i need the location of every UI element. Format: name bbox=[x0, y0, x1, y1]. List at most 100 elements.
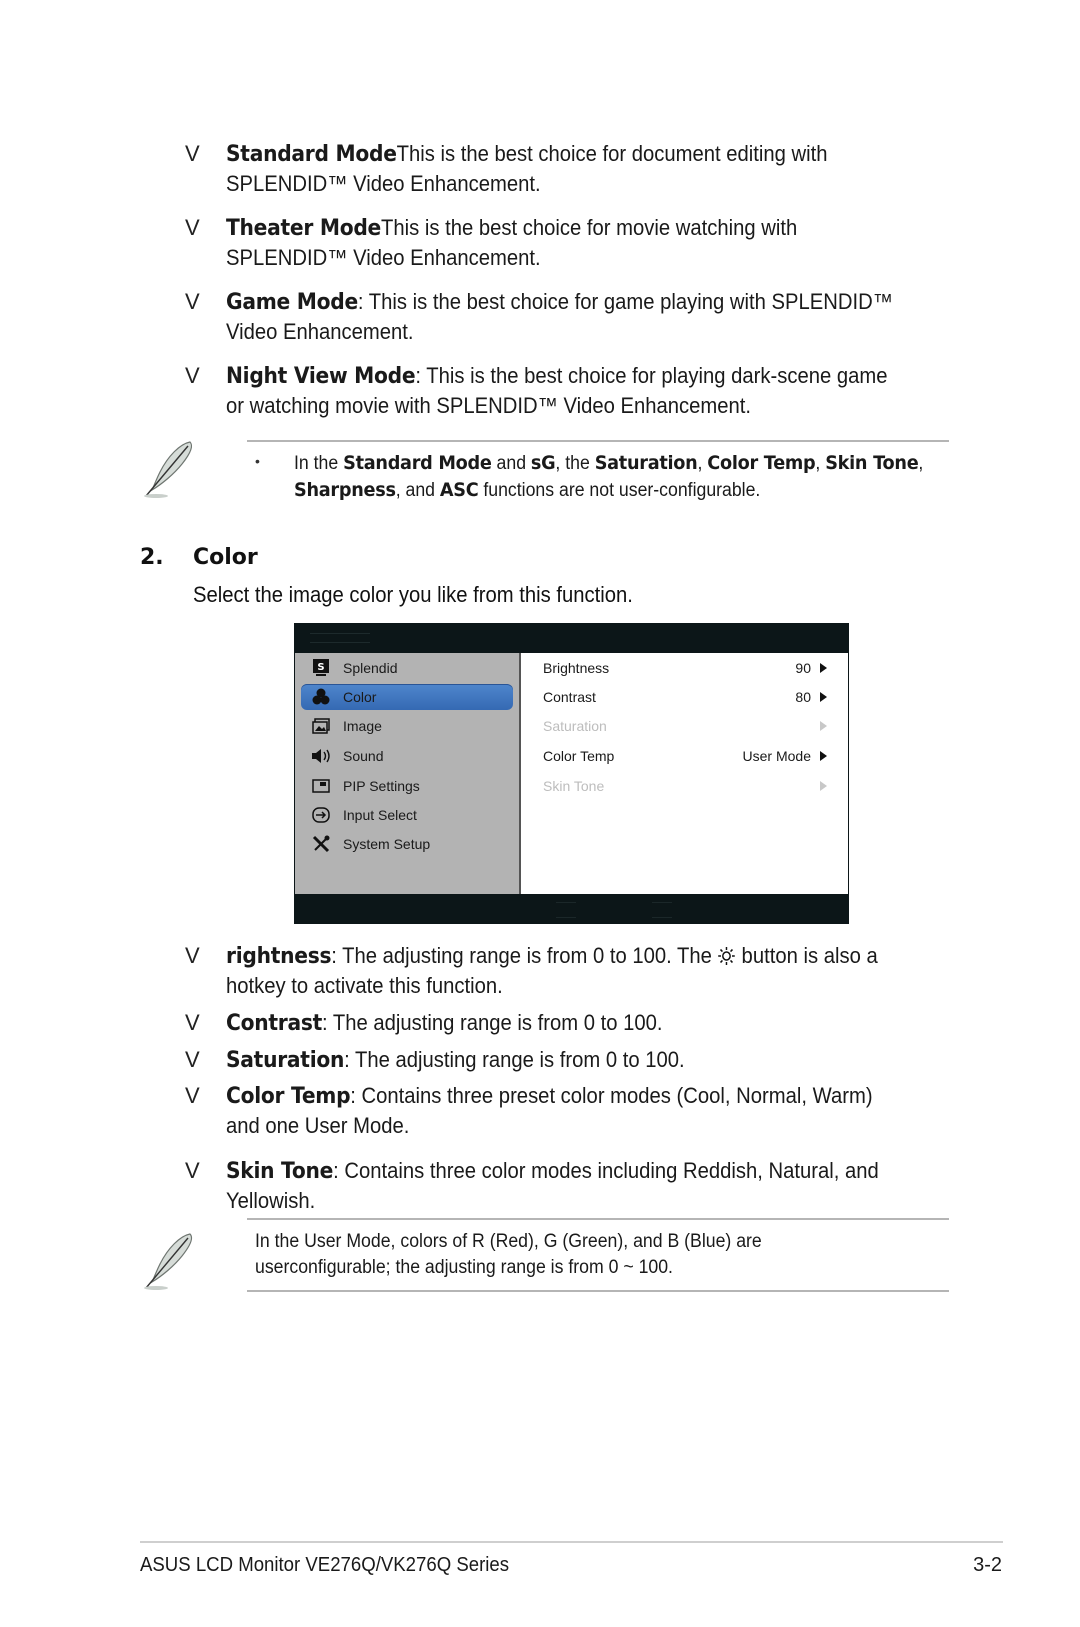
arrow-right-icon bbox=[820, 751, 827, 761]
function-skin-tone: Skin Tone: Contains three color modes in… bbox=[226, 1156, 907, 1215]
menu-item-label: Sound bbox=[343, 748, 384, 764]
note-text-part: , bbox=[815, 453, 826, 474]
note-term: Color Temp bbox=[707, 452, 816, 474]
mode-term: Night View Mode bbox=[226, 364, 416, 389]
menu-item-pip-settings[interactable]: PIP Settings bbox=[301, 773, 513, 799]
option-contrast[interactable]: Contrast 80 bbox=[521, 684, 831, 710]
option-label: Saturation bbox=[543, 718, 607, 734]
bullet-marker: V bbox=[185, 141, 200, 166]
option-label: Brightness bbox=[543, 660, 610, 676]
bullet-marker: V bbox=[185, 1083, 200, 1108]
bullet-marker: V bbox=[185, 215, 200, 240]
function-saturation: Saturation: The adjusting range is from … bbox=[226, 1045, 907, 1075]
function-brightness: rightness: The adjusting range is from 0… bbox=[226, 941, 907, 1000]
option-saturation: Saturation bbox=[521, 713, 831, 739]
note-term: Standard Mode bbox=[343, 452, 492, 474]
input-select-icon bbox=[311, 806, 331, 824]
function-term: Saturation bbox=[226, 1048, 345, 1073]
menu-item-label: Color bbox=[343, 689, 377, 705]
osd-header bbox=[294, 623, 849, 653]
svg-text:S: S bbox=[317, 662, 324, 673]
menu-item-image[interactable]: Image bbox=[301, 713, 513, 739]
note-text-part: , bbox=[918, 453, 924, 474]
option-label: Skin Tone bbox=[543, 778, 605, 794]
note2-bottom-rule bbox=[247, 1290, 949, 1292]
function-term: Skin Tone bbox=[226, 1159, 334, 1184]
osd-logo bbox=[310, 633, 370, 643]
note-term: ASC bbox=[439, 479, 479, 501]
function-desc: : The adjusting range is from 0 to 100. bbox=[322, 1010, 663, 1035]
image-icon bbox=[311, 717, 331, 735]
mode-term: Theater Mode bbox=[226, 216, 381, 241]
page-number: 3-2 bbox=[973, 1554, 1002, 1576]
option-brightness[interactable]: Brightness 90 bbox=[521, 655, 831, 681]
section-description: Select the image color you like from thi… bbox=[193, 582, 633, 607]
menu-item-label: Image bbox=[343, 718, 382, 734]
option-label: Color Temp bbox=[543, 748, 615, 764]
menu-item-label: System Setup bbox=[343, 836, 431, 852]
pip-icon bbox=[311, 777, 331, 795]
note2-top-rule bbox=[247, 1218, 949, 1220]
bullet-marker: V bbox=[185, 1158, 200, 1183]
function-term: rightness bbox=[226, 944, 332, 969]
note-text-part: , the bbox=[555, 453, 595, 474]
osd-color-submenu: Brightness 90 Contrast 80 Saturation Col… bbox=[521, 653, 848, 894]
function-desc: : The adjusting range is from 0 to 100. … bbox=[331, 943, 718, 968]
option-skin-tone: Skin Tone bbox=[521, 773, 831, 799]
note-term: Skin Tone bbox=[825, 452, 919, 474]
mode-theater: Theater ModeThis is the best choice for … bbox=[226, 213, 907, 272]
menu-item-color[interactable]: Color bbox=[301, 684, 513, 710]
mode-term: Game Mode bbox=[226, 290, 358, 315]
mode-game: Game Mode: This is the best choice for g… bbox=[226, 287, 907, 346]
feather-note-icon bbox=[144, 1233, 193, 1290]
sound-icon bbox=[311, 747, 331, 765]
feather-note-icon bbox=[144, 441, 193, 498]
option-value: 90 bbox=[795, 660, 811, 676]
bullet-marker: V bbox=[185, 1010, 200, 1035]
note-term: Saturation bbox=[594, 452, 698, 474]
menu-item-label: Input Select bbox=[343, 807, 417, 823]
section-title: Color bbox=[193, 545, 258, 570]
color-icon bbox=[311, 688, 331, 706]
arrow-right-icon bbox=[820, 692, 827, 702]
function-color-temp: Color Temp: Contains three preset color … bbox=[226, 1081, 907, 1140]
bullet-marker: V bbox=[185, 1047, 200, 1072]
osd-footer-mark bbox=[652, 902, 672, 918]
mode-night-view: Night View Mode: This is the best choice… bbox=[226, 361, 907, 420]
menu-item-sound[interactable]: Sound bbox=[301, 743, 513, 769]
function-term: Color Temp bbox=[226, 1084, 351, 1109]
menu-item-splendid[interactable]: S Splendid bbox=[301, 655, 513, 681]
menu-item-system-setup[interactable]: System Setup bbox=[301, 831, 513, 857]
option-value: User Mode bbox=[742, 748, 811, 764]
footer-rule bbox=[140, 1541, 1003, 1543]
note-user-mode: In the User Mode, colors of R (Red), G (… bbox=[255, 1231, 762, 1278]
arrow-right-icon bbox=[820, 663, 827, 673]
mode-term: Standard Mode bbox=[226, 142, 397, 167]
osd-footer-mark bbox=[556, 902, 576, 918]
osd-footer bbox=[294, 894, 849, 924]
note-text-part: In the bbox=[294, 453, 344, 474]
note-term: sG bbox=[530, 452, 556, 474]
osd-main-menu: S Splendid Color Image Sound PIP Setting… bbox=[295, 653, 521, 894]
function-contrast: Contrast: The adjusting range is from 0 … bbox=[226, 1008, 907, 1038]
note-top-rule bbox=[247, 440, 949, 442]
splendid-icon: S bbox=[311, 659, 331, 677]
menu-item-input-select[interactable]: Input Select bbox=[301, 802, 513, 828]
bullet-marker: V bbox=[185, 289, 200, 314]
note-text-part: , and bbox=[395, 480, 440, 501]
sun-icon bbox=[718, 947, 736, 965]
note-bullet: • bbox=[255, 453, 260, 469]
arrow-right-icon bbox=[820, 781, 827, 791]
bullet-marker: V bbox=[185, 363, 200, 388]
system-setup-icon bbox=[311, 835, 331, 853]
mode-standard: Standard ModeThis is the best choice for… bbox=[226, 139, 907, 198]
function-term: Contrast bbox=[226, 1011, 323, 1036]
menu-item-label: Splendid bbox=[343, 660, 398, 676]
bullet-marker: V bbox=[185, 943, 200, 968]
section-number: 2. bbox=[140, 545, 164, 570]
menu-item-label: PIP Settings bbox=[343, 778, 420, 794]
option-color-temp[interactable]: Color Temp User Mode bbox=[521, 743, 831, 769]
note-text-part: functions are not user-configurable. bbox=[478, 480, 761, 501]
footer-title: ASUS LCD Monitor VE276Q/VK276Q Series bbox=[140, 1554, 510, 1576]
note-term: Sharpness bbox=[294, 479, 396, 501]
